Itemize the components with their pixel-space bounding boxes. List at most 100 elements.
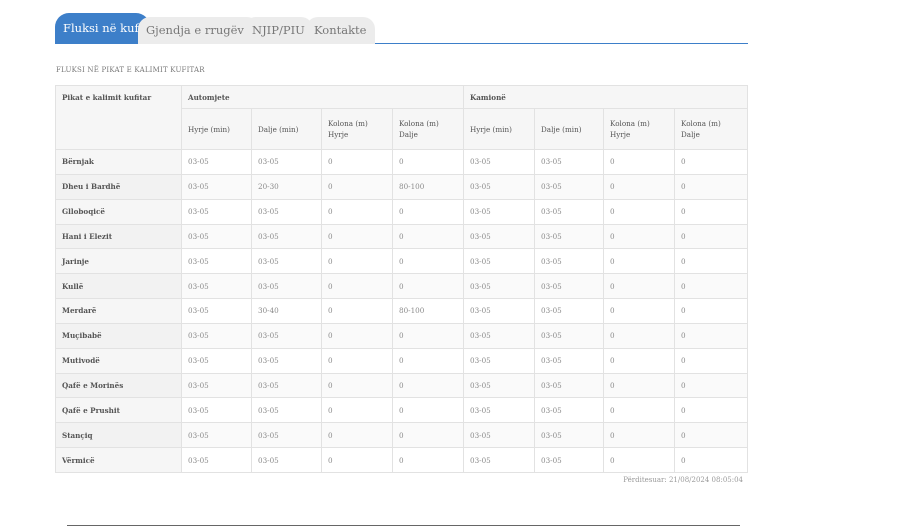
table-cell: 0 (674, 447, 749, 473)
table-cell: 03-05 (251, 322, 322, 349)
table-cell: 0 (321, 223, 393, 250)
tab-gjendja-e-rrugeve[interactable]: Gjendja e rrugëve (138, 17, 259, 44)
table-cell: 03-05 (534, 273, 605, 300)
table-cell: 0 (674, 397, 749, 424)
table-cell: 03-05 (534, 372, 605, 399)
table-cell: 03-05 (534, 149, 605, 175)
table-cell: 03-05 (534, 447, 605, 473)
table-cell: 0 (674, 347, 749, 374)
table-cell: 03-05 (251, 248, 322, 275)
table-cell: 03-05 (463, 347, 536, 374)
table-cell: 0 (603, 149, 676, 175)
table-cell: 0 (603, 173, 676, 200)
table-cell: 0 (603, 248, 676, 275)
table-cell: 0 (603, 347, 676, 374)
table-row: Qafë e Morinës 03-05 03-05 0 0 03-05 03-05 0 0 (55, 372, 749, 399)
table-cell: 80-100 (391, 173, 465, 200)
table-cell: 0 (674, 422, 749, 449)
table-cell: 0 (391, 198, 465, 225)
subheader-cell: Hyrje (min) (181, 108, 252, 150)
table-cell: 03-05 (181, 322, 252, 349)
table-cell: 0 (321, 422, 393, 449)
table-cell: 0 (391, 149, 465, 175)
table-cell: 03-05 (463, 372, 536, 399)
header-group-trucks: Kamionë (463, 85, 749, 109)
table-cell: 0 (674, 273, 749, 300)
subheader-cell: Dalje (min) (534, 108, 605, 150)
table-cell: 03-05 (463, 322, 536, 349)
table-cell: 20-30 (251, 173, 322, 200)
table-cell: 0 (321, 248, 393, 275)
table-cell: 03-05 (534, 298, 605, 324)
border-point-name: Mutivodë (55, 347, 182, 374)
table-cell: 03-05 (463, 397, 536, 424)
table-cell: 03-05 (181, 149, 252, 175)
table-row: Stançiq 03-05 03-05 0 0 03-05 03-05 0 0 (55, 422, 749, 449)
subheader-cell: Kolona (m) Hyrje (603, 108, 676, 150)
table-cell: 03-05 (463, 198, 536, 225)
table-cell: 0 (321, 372, 393, 399)
border-point-name: Vërmicë (55, 447, 182, 473)
table-row: Glloboqicë 03-05 03-05 0 0 03-05 03-05 0 0 (55, 198, 749, 225)
border-flux-table: Pikat e kalimit kufitar Automjete Kamion… (55, 85, 749, 473)
table-cell: 0 (321, 447, 393, 473)
border-point-name: Qafë e Morinës (55, 372, 182, 399)
table-cell: 0 (603, 273, 676, 300)
table-cell: 0 (391, 372, 465, 399)
table-cell: 0 (321, 322, 393, 349)
table-cell: 03-05 (463, 173, 536, 200)
table-cell: 03-05 (251, 397, 322, 424)
table-cell: 03-05 (181, 347, 252, 374)
table-cell: 03-05 (181, 248, 252, 275)
table-cell: 0 (674, 322, 749, 349)
table-cell: 03-05 (463, 248, 536, 275)
table-cell: 03-05 (534, 223, 605, 250)
table-cell: 0 (321, 149, 393, 175)
subheader-cell: Kolona (m) Dalje (674, 108, 749, 150)
table-cell: 0 (674, 298, 749, 324)
table-row: Vërmicë 03-05 03-05 0 0 03-05 03-05 0 0 (55, 447, 749, 473)
border-point-name: Bërnjak (55, 149, 182, 175)
tab-kontakte[interactable]: Kontakte (306, 17, 375, 44)
border-point-name: Hani i Elezit (55, 223, 182, 250)
table-row: Jarinje 03-05 03-05 0 0 03-05 03-05 0 0 (55, 248, 749, 275)
table-cell: 03-05 (181, 397, 252, 424)
table-cell: 0 (603, 198, 676, 225)
table-cell: 03-05 (463, 298, 536, 324)
table-cell: 03-05 (181, 447, 252, 473)
table-cell: 0 (321, 198, 393, 225)
table-cell: 0 (391, 422, 465, 449)
table-cell: 0 (321, 397, 393, 424)
table-cell: 0 (391, 223, 465, 250)
table-cell: 03-05 (181, 173, 252, 200)
table-cell: 0 (674, 372, 749, 399)
border-point-name: Kullë (55, 273, 182, 300)
table-cell: 0 (321, 298, 393, 324)
table-cell: 0 (603, 298, 676, 324)
table-cell: 03-05 (463, 273, 536, 300)
table-cell: 0 (321, 173, 393, 200)
table-cell: 03-05 (181, 372, 252, 399)
table-cell: 0 (391, 347, 465, 374)
border-point-name: Glloboqicë (55, 198, 182, 225)
table-cell: 03-05 (251, 273, 322, 300)
tab-bar: Fluksi në kufi Gjendja e rrugëve NJIP/PI… (55, 13, 748, 44)
table-cell: 03-05 (463, 223, 536, 250)
table-cell: 0 (321, 347, 393, 374)
table-cell: 03-05 (534, 397, 605, 424)
tab-njip-piu[interactable]: NJIP/PIU (244, 17, 313, 44)
table-row: Qafë e Prushit 03-05 03-05 0 0 03-05 03-05 0 0 (55, 397, 749, 424)
table-cell: 03-05 (181, 223, 252, 250)
subheader-cell: Dalje (min) (251, 108, 322, 150)
table-cell: 03-05 (181, 273, 252, 300)
table-row: Merdarë 03-05 30-40 0 80-100 03-05 03-05 0 0 (55, 298, 749, 324)
table-cell: 30-40 (251, 298, 322, 324)
table-cell: 03-05 (463, 422, 536, 449)
table-row: Muçibabë 03-05 03-05 0 0 03-05 03-05 0 0 (55, 322, 749, 349)
table-cell: 03-05 (534, 248, 605, 275)
tab-fluksi-ne-kufi[interactable]: Fluksi në kufi (55, 13, 151, 44)
table-cell: 0 (603, 322, 676, 349)
subheader-cell: Hyrje (min) (463, 108, 536, 150)
table-cell: 03-05 (534, 322, 605, 349)
table-cell: 03-05 (251, 198, 322, 225)
